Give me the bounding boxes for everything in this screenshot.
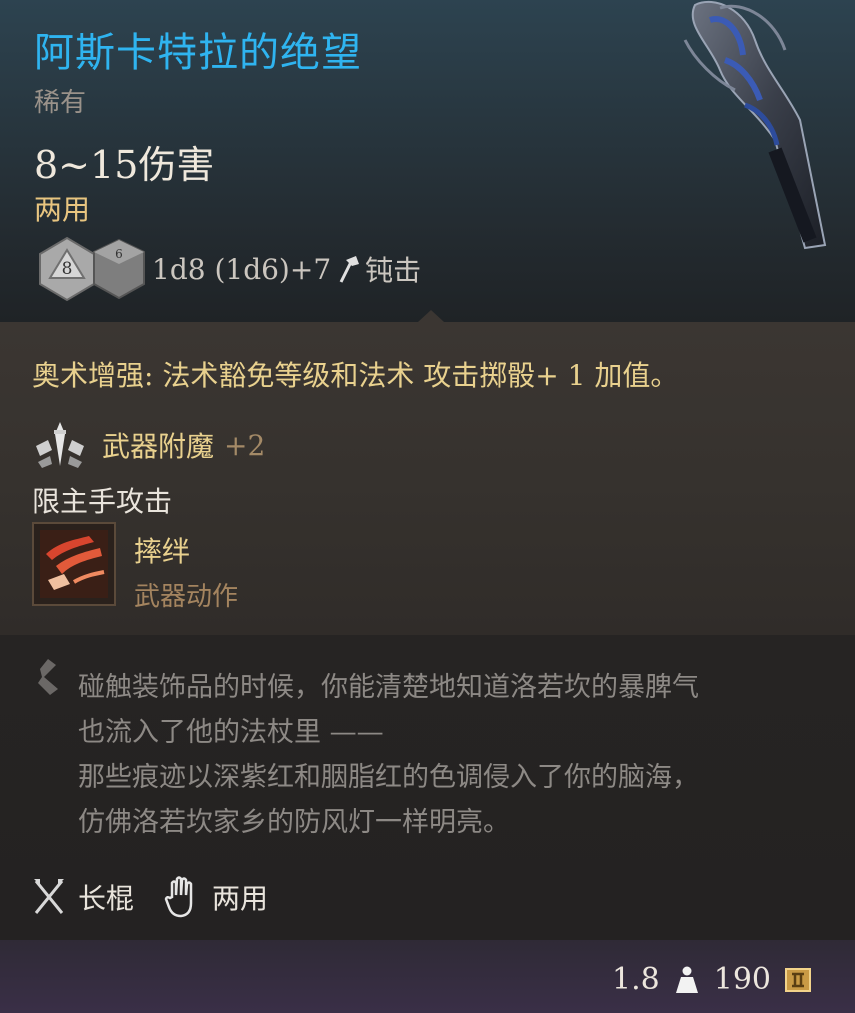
hand-icon	[164, 876, 193, 918]
weapon-properties: 长棍 两用	[32, 875, 298, 919]
weight-value-row: 1.8 190	[612, 962, 813, 997]
bludgeon-icon	[339, 256, 360, 283]
topple-action-icon	[40, 530, 108, 598]
weapon-action-name: 摔绊	[134, 535, 191, 568]
lore-text: 碰触装饰品的时候，你能清楚地知道洛若坎的暴脾气 也流入了他的法杖里 —— 那些痕…	[78, 665, 838, 845]
enchantment-bonus: +2	[224, 428, 266, 462]
handedness-label: 两用	[34, 193, 91, 226]
crossed-staves-icon	[34, 879, 64, 914]
lore-line: 那些痕迹以深紫红和胭脂红的色调侵入了你的脑海，	[78, 762, 699, 793]
handedness-property-label: 两用	[212, 882, 269, 915]
tooltip-header: 阿斯卡特拉的绝望 稀有 8~15伤害 两用 8 6 1d8 (1d6)+7 钝击	[0, 0, 855, 322]
gold-value: 190	[713, 962, 771, 997]
enchantment-row: 武器附魔 +2	[32, 420, 265, 470]
item-tooltip: 阿斯卡特拉的绝望 稀有 8~15伤害 两用 8 6 1d8 (1d6)+7 钝击	[0, 0, 855, 1013]
lore-line: 仿佛洛若坎家乡的防风灯一样明亮。	[78, 807, 510, 838]
damage-type: 钝击	[365, 254, 422, 287]
lore-line: 也流入了他的法杖里 ——	[78, 717, 384, 748]
section-divider-notch	[418, 623, 444, 635]
weapon-action-type: 武器动作	[134, 582, 239, 612]
lore-line: 碰触装饰品的时候，你能清楚地知道洛若坎的暴脾气	[78, 672, 699, 703]
enchantment-label: 武器附魔	[102, 430, 215, 463]
item-name: 阿斯卡特拉的绝望	[34, 30, 362, 76]
tooltip-lore: 碰触装饰品的时候，你能清楚地知道洛若坎的暴脾气 也流入了他的法杖里 —— 那些痕…	[0, 635, 855, 940]
weapon-type-label: 长棍	[78, 882, 135, 915]
damage-range: 8~15伤害	[34, 143, 215, 187]
tooltip-footer: 1.8 190	[0, 940, 855, 1013]
weight-icon	[675, 966, 698, 993]
lore-quote-icon	[38, 659, 58, 695]
passive-effect: 奥术增强: 法术豁免等级和法术 攻击掷骰+ 1 加值。	[32, 359, 679, 392]
d6-label: 6	[115, 247, 123, 261]
dice-formula: 1d8 (1d6)+7	[152, 252, 332, 286]
weapon-action-button[interactable]	[32, 522, 116, 606]
mainhand-restriction: 限主手攻击	[32, 485, 173, 518]
weapon-art-icon	[683, 0, 827, 250]
d8-label: 8	[62, 259, 73, 279]
d8-dice-icon: 8	[39, 236, 95, 302]
enchantment-icon	[36, 422, 84, 468]
d6-dice-icon: 6	[93, 238, 145, 300]
gold-coin-icon	[785, 967, 811, 992]
tooltip-properties: 奥术增强: 法术豁免等级和法术 攻击掷骰+ 1 加值。 武器附魔 +2 限主手攻…	[0, 322, 855, 635]
damage-dice-row: 8 6 1d8 (1d6)+7 钝击	[36, 234, 421, 304]
section-divider-notch	[418, 310, 444, 322]
item-rarity: 稀有	[34, 88, 87, 118]
weight-value: 1.8	[612, 962, 660, 997]
